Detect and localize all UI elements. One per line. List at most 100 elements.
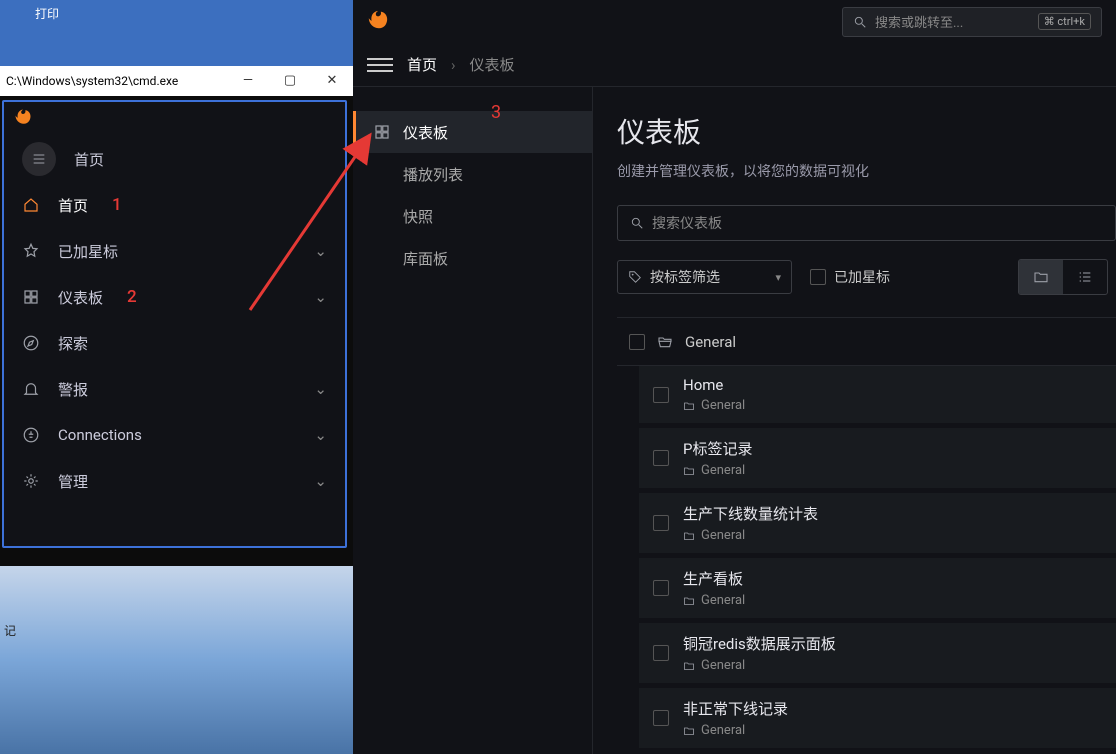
view-folder-button[interactable] bbox=[1019, 260, 1063, 294]
top-bar: 搜索或跳转至... ⌘ ctrl+k bbox=[353, 0, 1116, 43]
grafana-logo-icon bbox=[14, 108, 32, 130]
dashboard-row[interactable]: 非正常下线记录 General bbox=[639, 688, 1116, 749]
global-search-input[interactable]: 搜索或跳转至... ⌘ ctrl+k bbox=[842, 7, 1102, 37]
grafana-main-app: 搜索或跳转至... ⌘ ctrl+k 首页 › 仪表板 仪表板播放列表快照库面板… bbox=[353, 0, 1116, 754]
folder-icon bbox=[683, 725, 695, 737]
dashboard-row[interactable]: 生产看板 General bbox=[639, 558, 1116, 619]
search-icon bbox=[630, 216, 644, 230]
bell-icon bbox=[22, 380, 40, 398]
subnav-label: 库面板 bbox=[403, 248, 448, 269]
sidebar-item-plug[interactable]: Connections ⌄ bbox=[4, 412, 345, 458]
page-content: 仪表板 创建并管理仪表板，以将您的数据可视化 搜索仪表板 按标签筛选 ▾ 已加星… bbox=[593, 87, 1116, 754]
hamburger-icon bbox=[22, 142, 56, 176]
subnav-item[interactable]: 仪表板 bbox=[353, 111, 592, 153]
sidebar-menu-toggle[interactable]: 首页 bbox=[4, 136, 345, 182]
checkbox[interactable] bbox=[653, 515, 669, 531]
compass-icon bbox=[22, 334, 40, 352]
search-icon bbox=[853, 15, 867, 29]
annotation-number: 2 bbox=[127, 287, 137, 307]
dashboard-folder-list: General HomeGeneralP标签记录General生产下线数量统计表… bbox=[617, 317, 1116, 749]
tag-icon bbox=[628, 270, 642, 284]
checkbox bbox=[810, 269, 826, 285]
folder-icon bbox=[683, 530, 695, 542]
star-icon bbox=[22, 242, 40, 260]
checkbox[interactable] bbox=[653, 645, 669, 661]
dashboard-row[interactable]: 铜冠redis数据展示面板 General bbox=[639, 623, 1116, 684]
folder-icon bbox=[1033, 269, 1049, 285]
dashboard-folder: General bbox=[683, 723, 788, 738]
sidebar-item-gear[interactable]: 管理⌄ bbox=[4, 458, 345, 504]
annotation-3: 3 bbox=[491, 102, 501, 123]
sidebar-item-label: 警报 bbox=[58, 379, 88, 400]
subnav-item[interactable]: 库面板 bbox=[353, 237, 592, 279]
dashboard-title: 铜冠redis数据展示面板 bbox=[683, 633, 836, 654]
folder-open-icon bbox=[657, 334, 673, 350]
checkbox[interactable] bbox=[653, 387, 669, 403]
cmd-close-button[interactable]: ✕ bbox=[311, 66, 353, 96]
sidebar-toggle-button[interactable] bbox=[367, 58, 393, 72]
section-subnav: 仪表板播放列表快照库面板 bbox=[353, 87, 593, 754]
chevron-down-icon: ▾ bbox=[775, 271, 781, 284]
dashboard-title: Home bbox=[683, 376, 745, 394]
cmd-title-text: C:\Windows\system32\cmd.exe bbox=[0, 74, 227, 88]
chevron-down-icon: ⌄ bbox=[314, 242, 327, 260]
sidebar-item-grid[interactable]: 仪表板 2 ⌄ bbox=[4, 274, 345, 320]
dashboard-folder: General bbox=[683, 593, 745, 608]
dashboard-folder: General bbox=[683, 658, 836, 673]
breadcrumb-separator: › bbox=[451, 56, 456, 74]
page-subtitle: 创建并管理仪表板，以将您的数据可视化 bbox=[617, 161, 1116, 181]
dashboard-title: 生产看板 bbox=[683, 568, 745, 589]
sidebar-item-home[interactable]: 首页1 bbox=[4, 182, 345, 228]
checkbox[interactable] bbox=[629, 334, 645, 350]
sidebar-item-label: 仪表板 bbox=[58, 287, 103, 308]
dashboard-row[interactable]: P标签记录 General bbox=[639, 428, 1116, 489]
list-icon bbox=[1077, 269, 1093, 285]
breadcrumb-home[interactable]: 首页 bbox=[407, 54, 437, 75]
checkbox[interactable] bbox=[653, 580, 669, 596]
checkbox[interactable] bbox=[653, 710, 669, 726]
grid-icon bbox=[22, 288, 40, 306]
dashboard-title: 生产下线数量统计表 bbox=[683, 503, 818, 524]
chevron-down-icon: ⌄ bbox=[314, 380, 327, 398]
dashboard-title: P标签记录 bbox=[683, 438, 752, 459]
folder-icon bbox=[683, 400, 695, 412]
dashboard-title: 非正常下线记录 bbox=[683, 698, 788, 719]
tag-filter-dropdown[interactable]: 按标签筛选 ▾ bbox=[617, 260, 792, 294]
checkbox[interactable] bbox=[653, 450, 669, 466]
folder-row-general[interactable]: General bbox=[617, 318, 1116, 366]
grafana-logo-icon[interactable] bbox=[367, 9, 389, 35]
folder-icon bbox=[683, 465, 695, 477]
chevron-down-icon: ⌄ bbox=[314, 288, 327, 306]
sidebar-menu-label: 首页 bbox=[74, 149, 104, 170]
page-title: 仪表板 bbox=[617, 111, 1116, 151]
cmd-minimize-button[interactable]: — bbox=[227, 66, 269, 96]
breadcrumb: 首页 › 仪表板 bbox=[353, 43, 1116, 87]
filter-row: 按标签筛选 ▾ 已加星标 bbox=[617, 259, 1116, 295]
grafana-sidebar-popup: 首页 首页1已加星标⌄仪表板2⌄探索警报⌄Connections⌄管理⌄ bbox=[2, 100, 347, 548]
sidebar-item-star[interactable]: 已加星标 ⌄ bbox=[4, 228, 345, 274]
dashboard-folder: General bbox=[683, 528, 818, 543]
view-mode-toggle bbox=[1018, 259, 1108, 295]
starred-filter-checkbox[interactable]: 已加星标 bbox=[810, 267, 890, 287]
sidebar-item-bell[interactable]: 警报 ⌄ bbox=[4, 366, 345, 412]
subnav-item[interactable]: 快照 bbox=[353, 195, 592, 237]
chevron-down-icon: ⌄ bbox=[314, 426, 327, 444]
subnav-item[interactable]: 播放列表 bbox=[353, 153, 592, 195]
sidebar-item-label: Connections bbox=[58, 426, 142, 444]
chevron-down-icon: ⌄ bbox=[314, 472, 327, 490]
dashboard-search-input[interactable]: 搜索仪表板 bbox=[617, 205, 1116, 241]
sidebar-item-label: 首页 bbox=[58, 195, 88, 216]
cmd-titlebar[interactable]: C:\Windows\system32\cmd.exe — ▢ ✕ bbox=[0, 66, 353, 96]
home-icon bbox=[22, 196, 40, 214]
dashboard-row[interactable]: 生产下线数量统计表 General bbox=[639, 493, 1116, 554]
sidebar-item-label: 已加星标 bbox=[58, 241, 118, 262]
wallpaper-icon-label: 记 bbox=[4, 622, 16, 639]
dashboard-folder: General bbox=[683, 398, 745, 413]
view-list-button[interactable] bbox=[1063, 260, 1107, 294]
dashboard-folder: General bbox=[683, 463, 752, 478]
sidebar-item-compass[interactable]: 探索 bbox=[4, 320, 345, 366]
cmd-maximize-button[interactable]: ▢ bbox=[269, 66, 311, 96]
desktop-shortcut-print[interactable]: 打印 bbox=[35, 5, 59, 22]
sidebar-item-label: 探索 bbox=[58, 333, 88, 354]
dashboard-row[interactable]: Home General bbox=[639, 366, 1116, 424]
